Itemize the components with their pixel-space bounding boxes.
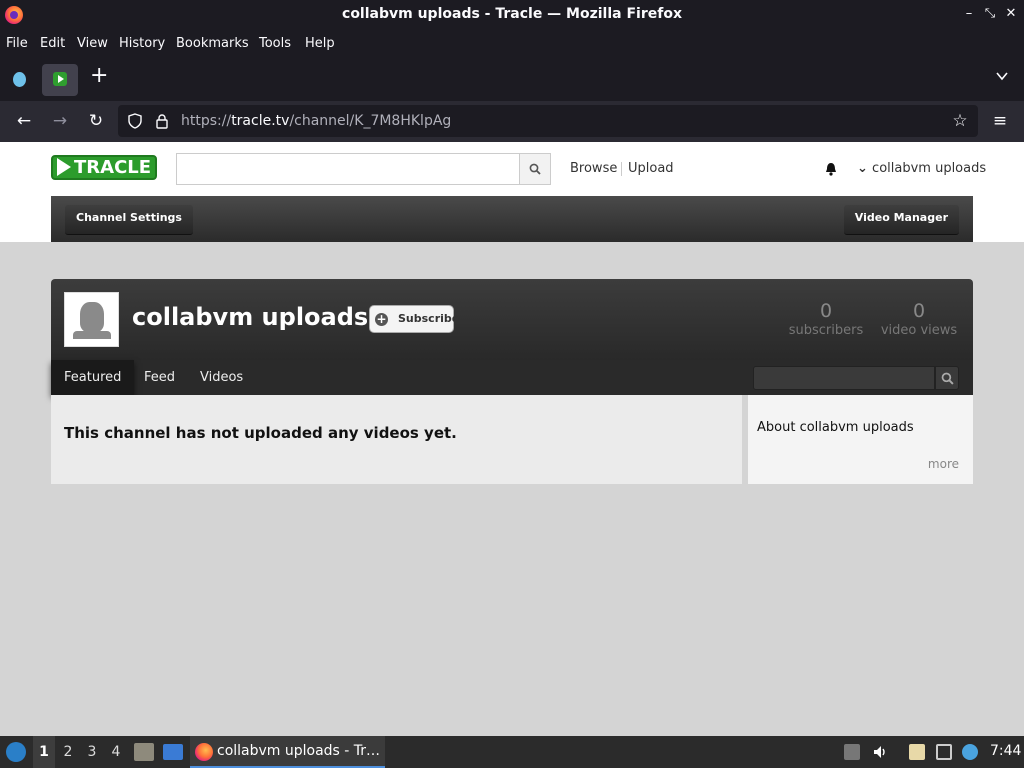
browse-link[interactable]: Browse [570, 161, 617, 176]
menu-view[interactable]: View [77, 36, 108, 51]
firefox-icon [195, 743, 213, 761]
chevron-down-icon: ⌄ [857, 161, 868, 176]
url-text[interactable]: https://tracle.tv/channel/K_7M8HKlpAg [181, 113, 451, 129]
new-tab-icon[interactable]: + [90, 65, 108, 87]
nav-divider [621, 162, 622, 176]
menu-help[interactable]: Help [305, 36, 335, 51]
tracle-logo[interactable]: TRACLE [51, 155, 157, 180]
list-all-tabs-icon[interactable] [996, 70, 1008, 82]
default-user-icon [80, 302, 104, 332]
tab-tracle[interactable] [42, 64, 78, 96]
account-menu[interactable]: ⌄ collabvm uploads [857, 161, 986, 176]
window-titlebar: collabvm uploads - Tracle — Mozilla Fire… [0, 0, 1024, 30]
start-menu-icon[interactable] [6, 742, 26, 762]
taskbar-firefox-task[interactable]: collabvm uploads - Tr… [190, 736, 385, 768]
tab-feed[interactable]: Feed [131, 360, 188, 395]
clock[interactable]: 7:44 [990, 743, 1021, 759]
channel-main-content: This channel has not uploaded any videos… [51, 395, 742, 484]
site-header: TRACLE Browse Upload ⌄ collabvm uploads … [0, 142, 1024, 242]
lock-icon[interactable] [155, 113, 169, 129]
account-name: collabvm uploads [872, 161, 987, 176]
shield-icon[interactable] [127, 113, 143, 129]
minimize-icon[interactable]: – [961, 6, 977, 21]
views-label: video views [880, 323, 958, 338]
menu-bookmarks[interactable]: Bookmarks [176, 36, 249, 51]
hamburger-menu-icon[interactable]: ≡ [990, 111, 1010, 131]
task-label: collabvm uploads - Tr… [217, 743, 381, 759]
channel-name: collabvm uploads [132, 303, 369, 331]
channel-header: collabvm uploads + Subscribe 0 subscribe… [51, 279, 973, 360]
volume-icon[interactable] [872, 744, 888, 760]
reload-icon[interactable]: ↻ [86, 111, 106, 131]
upload-link[interactable]: Upload [628, 161, 674, 176]
views-count: 0 [912, 300, 926, 322]
subscribers-count: 0 [819, 300, 833, 322]
menu-history[interactable]: History [119, 36, 165, 51]
workspace-2[interactable]: 2 [57, 736, 79, 768]
video-manager-button[interactable]: Video Manager [843, 205, 959, 235]
workspace-4[interactable]: 4 [105, 736, 127, 768]
menu-file[interactable]: File [6, 36, 28, 51]
about-heading: About collabvm uploads [757, 420, 914, 435]
channel-search-button[interactable] [935, 366, 959, 390]
notification-tray-icon[interactable] [962, 744, 978, 760]
file-manager-icon[interactable] [134, 743, 154, 761]
clipboard-tray-icon[interactable] [909, 744, 925, 760]
menu-bar: File Edit View History Bookmarks Tools H… [0, 30, 1024, 57]
workspace-1[interactable]: 1 [33, 736, 55, 768]
site-search-button[interactable] [519, 153, 551, 185]
tab-pinned[interactable] [1, 64, 37, 96]
tab-bar [0, 57, 1024, 101]
play-icon [57, 158, 71, 176]
subscribers-label: subscribers [788, 323, 864, 338]
search-icon [529, 163, 541, 175]
tab-featured[interactable]: Featured [51, 360, 135, 395]
channel-settings-button[interactable]: Channel Settings [65, 205, 193, 235]
menu-tools[interactable]: Tools [259, 36, 291, 51]
window-title: collabvm uploads - Tracle — Mozilla Fire… [342, 6, 682, 22]
menu-edit[interactable]: Edit [40, 36, 65, 51]
empty-channel-message: This channel has not uploaded any videos… [64, 424, 457, 442]
tab-videos[interactable]: Videos [187, 360, 256, 395]
pinned-site-icon [13, 72, 26, 87]
url-bar[interactable]: https://tracle.tv/channel/K_7M8HKlpAg [118, 105, 978, 137]
workspace-3[interactable]: 3 [81, 736, 103, 768]
channel-sidebar: About collabvm uploads more [748, 395, 973, 484]
tracle-favicon-icon [53, 72, 67, 86]
web-page: TRACLE Browse Upload ⌄ collabvm uploads … [0, 142, 1024, 736]
search-icon [941, 372, 954, 385]
bookmark-star-icon[interactable]: ☆ [950, 111, 970, 131]
network-tray-icon[interactable] [936, 744, 952, 760]
taskbar: 1 2 3 4 collabvm uploads - Tr… 7:44 [0, 736, 1024, 768]
restore-icon[interactable]: ⤡ [982, 6, 998, 21]
channel-nav: Featured Feed Videos [51, 360, 973, 395]
show-desktop-icon[interactable] [163, 744, 183, 760]
navigation-toolbar: ← → ↻ https://tracle.tv/channel/K_7M8HKl… [0, 101, 1024, 142]
notification-bell-icon[interactable] [825, 162, 837, 176]
subscribe-button[interactable]: + Subscribe [369, 305, 459, 333]
more-link[interactable]: more [928, 457, 959, 471]
updates-tray-icon[interactable] [844, 744, 860, 760]
site-search-input[interactable] [176, 153, 520, 185]
back-arrow-icon[interactable]: ← [14, 111, 34, 131]
channel-search-input[interactable] [753, 366, 935, 390]
channel-avatar[interactable] [64, 292, 119, 347]
close-icon[interactable]: ✕ [1003, 6, 1019, 21]
forward-arrow-icon[interactable]: → [50, 111, 70, 131]
plus-icon: + [375, 312, 388, 326]
channel-toolbar: Channel Settings Video Manager [51, 196, 973, 242]
